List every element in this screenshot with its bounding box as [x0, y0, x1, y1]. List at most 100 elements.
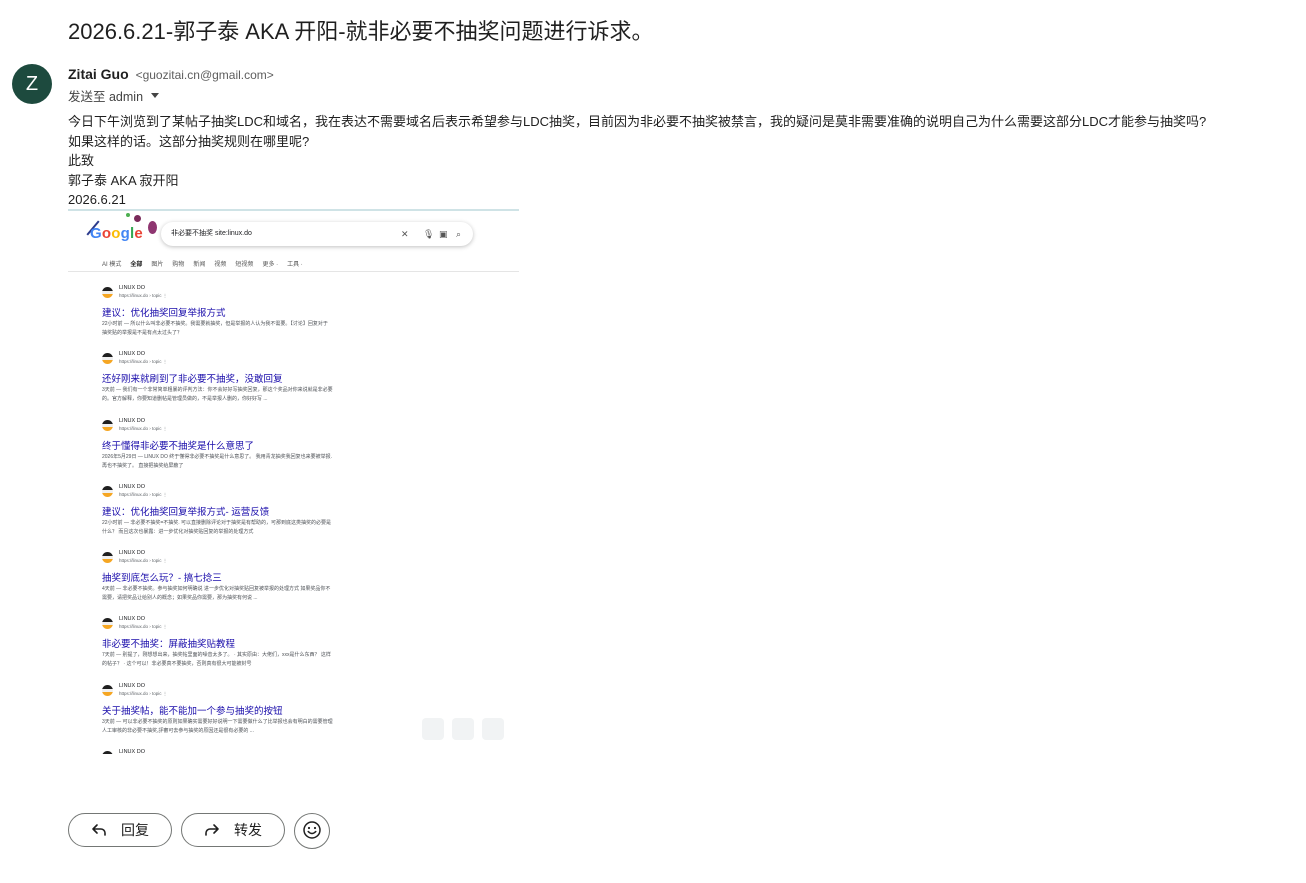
- snippet-line: 人工审核的非必要不抽奖,評審可去参与抽奖的原因还是很有必要的 ...: [102, 727, 254, 734]
- snippet-line: 的帖子？ · 这个可以！非必要真不要抽奖，否则真有很大可能被封号: [102, 661, 252, 668]
- more-icon: [482, 718, 504, 740]
- snippet-line: 的。官方解释，你要知道删帖是管理员做的，不是举报人删的，你好好写 ...: [102, 396, 268, 403]
- result-title: 抽奖到底怎么玩？- 搞七捻三: [102, 573, 222, 585]
- linux-do-favicon-icon: [102, 287, 113, 298]
- snippet-line: 2026年5月29日 — LINUX DO 终于懂得非必要不抽奖是什么意思了。 …: [102, 453, 333, 460]
- divider: [68, 271, 519, 272]
- result-title: 终于懂得非必要不抽奖是什么意思了: [102, 440, 255, 452]
- result-url: https://linux.do › topic ⋮: [119, 690, 168, 696]
- snippet-line: 需要，请把奖品让给别人的概念；如果奖品你需要，那为抽奖有何说 ...: [102, 595, 258, 602]
- result-site: LINUX DO: [119, 616, 145, 623]
- smiley-icon: [302, 820, 322, 843]
- search-query: 非必要不抽奖 site:linux.do: [171, 230, 252, 237]
- result-snippet: 4天前 — 非必要不抽奖。参与抽奖如何明确说 进一步优化对抽奖贴回复被举报的处理…: [102, 585, 392, 603]
- forward-label: 转发: [234, 822, 262, 838]
- snippet-line: 4天前 — 非必要不抽奖。参与抽奖如何明确说 进一步优化对抽奖贴回复被举报的处理…: [102, 586, 331, 593]
- body-line: 2026.6.21: [68, 192, 126, 207]
- result-site: LINUX DO: [119, 351, 145, 358]
- forward-icon: [204, 823, 220, 837]
- google-logo: Google: [90, 225, 143, 242]
- sender-name[interactable]: Zitai Guo: [68, 66, 129, 82]
- result-site: LINUX DO: [119, 749, 145, 754]
- linux-do-favicon-icon: [102, 485, 113, 497]
- emoji-reaction-button[interactable]: [294, 813, 330, 849]
- result-title: 还好刚来就刷到了非必要不抽奖，没敢回复: [102, 374, 283, 386]
- result-url: https://linux.do › topic ⋮: [119, 425, 168, 431]
- result-title: 建议：优化抽奖回复举报方式- 运营反馈: [102, 506, 270, 518]
- result-url: https://linux.do › topic ⋮: [119, 293, 168, 298]
- snippet-line: 3天前 — 可以非必要不抽奖的原则如果确实需要好好说明一下需要做什么了比举报也会…: [102, 718, 333, 725]
- linux-do-favicon-icon: [102, 552, 113, 564]
- camera-icon: ▣: [439, 229, 448, 239]
- download-icon: [422, 718, 444, 740]
- email-body: 今日下午浏览到了某帖子抽奖LDC和域名，我在表达不需要域名后表示希望参与LDC抽…: [68, 112, 1206, 210]
- search-result: LINUX DO https://linux.do › topic ⋮ 还好刚来就刷…: [102, 351, 392, 417]
- microphone-icon: 🎙: [423, 229, 435, 239]
- message-actions: 回复 转发: [68, 813, 330, 849]
- recipient-label: 发送至 admin: [68, 90, 144, 104]
- sender-line: Zitai Guo <guozitai.cn@gmail.com>: [68, 66, 274, 82]
- sender-email: <guozitai.cn@gmail.com>: [135, 68, 274, 82]
- doodle-icon: [134, 215, 141, 222]
- result-site: LINUX DO: [119, 285, 145, 291]
- snippet-line: 什么？ 而且这次也暴露：进一步优化对抽奖贴回复的举报的处理方式: [102, 528, 254, 535]
- result-site: LINUX DO: [119, 483, 145, 490]
- result-snippet: 2026年5月29日 — LINUX DO 终于懂得非必要不抽奖是什么意思了。 …: [102, 453, 392, 471]
- result-snippet: 3天前 — 可以非必要不抽奖的原则如果确实需要好好说明一下需要做什么了比举报也会…: [102, 718, 392, 736]
- avatar-letter: Z: [25, 72, 39, 95]
- body-line: 今日下午浏览到了某帖子抽奖LDC和域名，我在表达不需要域名后表示希望参与LDC抽…: [68, 114, 1207, 129]
- email-subject: 2026.6.21-郭子泰 AKA 开阳-就非必要不抽奖问题进行诉求。: [68, 19, 654, 44]
- body-line: 此致: [68, 153, 95, 168]
- reply-label: 回复: [121, 822, 149, 838]
- result-title: 关于抽奖帖，能不能加一个参与抽奖的按钮: [102, 705, 283, 717]
- linux-do-favicon-icon: [102, 353, 113, 365]
- recipient-details-toggle[interactable]: 发送至 admin: [68, 86, 160, 105]
- result-site: LINUX DO: [119, 417, 145, 424]
- linux-do-favicon-icon: [102, 751, 113, 754]
- result-url: https://linux.do › topic ⋮: [119, 624, 168, 630]
- linux-do-favicon-icon: [102, 684, 113, 696]
- result-site: LINUX DO: [119, 550, 145, 557]
- snippet-line: 再也不抽奖了。 直接把抽奖给屏蔽了: [102, 462, 184, 469]
- doodle-icon: [126, 213, 130, 217]
- result-snippet: 22小时前 — 所以什么叫非必要不抽奖。我需要就抽奖，但是举报的人认为我不需要。…: [102, 320, 392, 338]
- linux-do-favicon-icon: [102, 618, 113, 630]
- result-url: https://linux.do › topic ⋮: [119, 359, 168, 365]
- result-url: https://linux.do › topic ⋮: [119, 491, 168, 497]
- search-result: LINUX DO https://linux.do › topic ⋮ 终于懂得非必…: [102, 418, 392, 484]
- forward-button[interactable]: 转发: [181, 813, 285, 847]
- sender-avatar[interactable]: Z: [12, 64, 52, 104]
- snippet-line: 22小时前 — 非必要不抽奖=不抽奖. 可以直接删除评论对于抽奖是有帮助的，可那…: [102, 519, 332, 526]
- inline-screenshot-image[interactable]: Google 非必要不抽奖 site:linux.do ✕ 🎙 ▣ ⌕ AI 模…: [68, 209, 519, 754]
- search-results-list: LINUX DO https://linux.do › topic ⋮ 建议：优化抽…: [102, 285, 392, 754]
- search-result: LINUX DO https://linux.do › topic ⋮ 非必要不抽奖…: [102, 616, 392, 682]
- snippet-line: 22小时前 — 所以什么叫非必要不抽奖。我需要就抽奖，但是举报的人认为我不需要。…: [102, 321, 328, 327]
- body-line: 郭子泰 AKA 寂开阳: [68, 172, 179, 188]
- result-title: 非必要不抽奖：屏蔽抽奖贴教程: [102, 639, 236, 651]
- search-result: LINUX DO: [102, 749, 392, 754]
- snippet-line: 7天前 — 别提了，刚想想出来，抽奖帖里面的噪音太多了。 · 其实原由：大佬们，…: [102, 652, 331, 659]
- body-line: 如果这样的话。这部分抽奖规则在哪里呢?: [68, 133, 310, 149]
- chevron-down-icon[interactable]: [151, 93, 160, 98]
- search-result: LINUX DO https://linux.do › topic ⋮ 建议：优化抽…: [102, 484, 392, 550]
- google-search-box: 非必要不抽奖 site:linux.do ✕ 🎙 ▣ ⌕: [161, 222, 473, 246]
- close-icon: ✕: [401, 229, 409, 239]
- reply-button[interactable]: 回复: [68, 813, 172, 847]
- linux-do-favicon-icon: [102, 419, 113, 431]
- snippet-line: 抽奖贴的举报是不是有点太过头了？: [102, 330, 183, 336]
- reply-icon: [91, 823, 107, 837]
- search-icon: ⌕: [456, 229, 462, 239]
- search-result: LINUX DO https://linux.do › topic ⋮ 建议：优化抽…: [102, 285, 392, 351]
- search-result: LINUX DO https://linux.do › topic ⋮ 抽奖到底怎么…: [102, 550, 392, 616]
- doodle-icon: [148, 221, 157, 234]
- search-result: LINUX DO https://linux.do › topic ⋮ 关于抽奖帖，…: [102, 683, 392, 749]
- result-snippet: 22小时前 — 非必要不抽奖=不抽奖. 可以直接删除评论对于抽奖是有帮助的，可那…: [102, 519, 392, 537]
- result-snippet: 3天前 — 我们有一个非常简单粗暴的评判方法：你不会好好写抽奖回复，那这个奖品对…: [102, 386, 392, 404]
- image-overlay-buttons: [422, 718, 504, 740]
- result-title: 建议：优化抽奖回复举报方式: [102, 308, 226, 319]
- result-snippet: 7天前 — 别提了，刚想想出来，抽奖帖里面的噪音太多了。 · 其实原由：大佬们，…: [102, 651, 392, 669]
- result-url: https://linux.do › topic ⋮: [119, 558, 168, 564]
- add-to-drive-icon: [452, 718, 474, 740]
- result-site: LINUX DO: [119, 682, 145, 689]
- snippet-line: 3天前 — 我们有一个非常简单粗暴的评判方法：你不会好好写抽奖回复，那这个奖品对…: [102, 387, 333, 394]
